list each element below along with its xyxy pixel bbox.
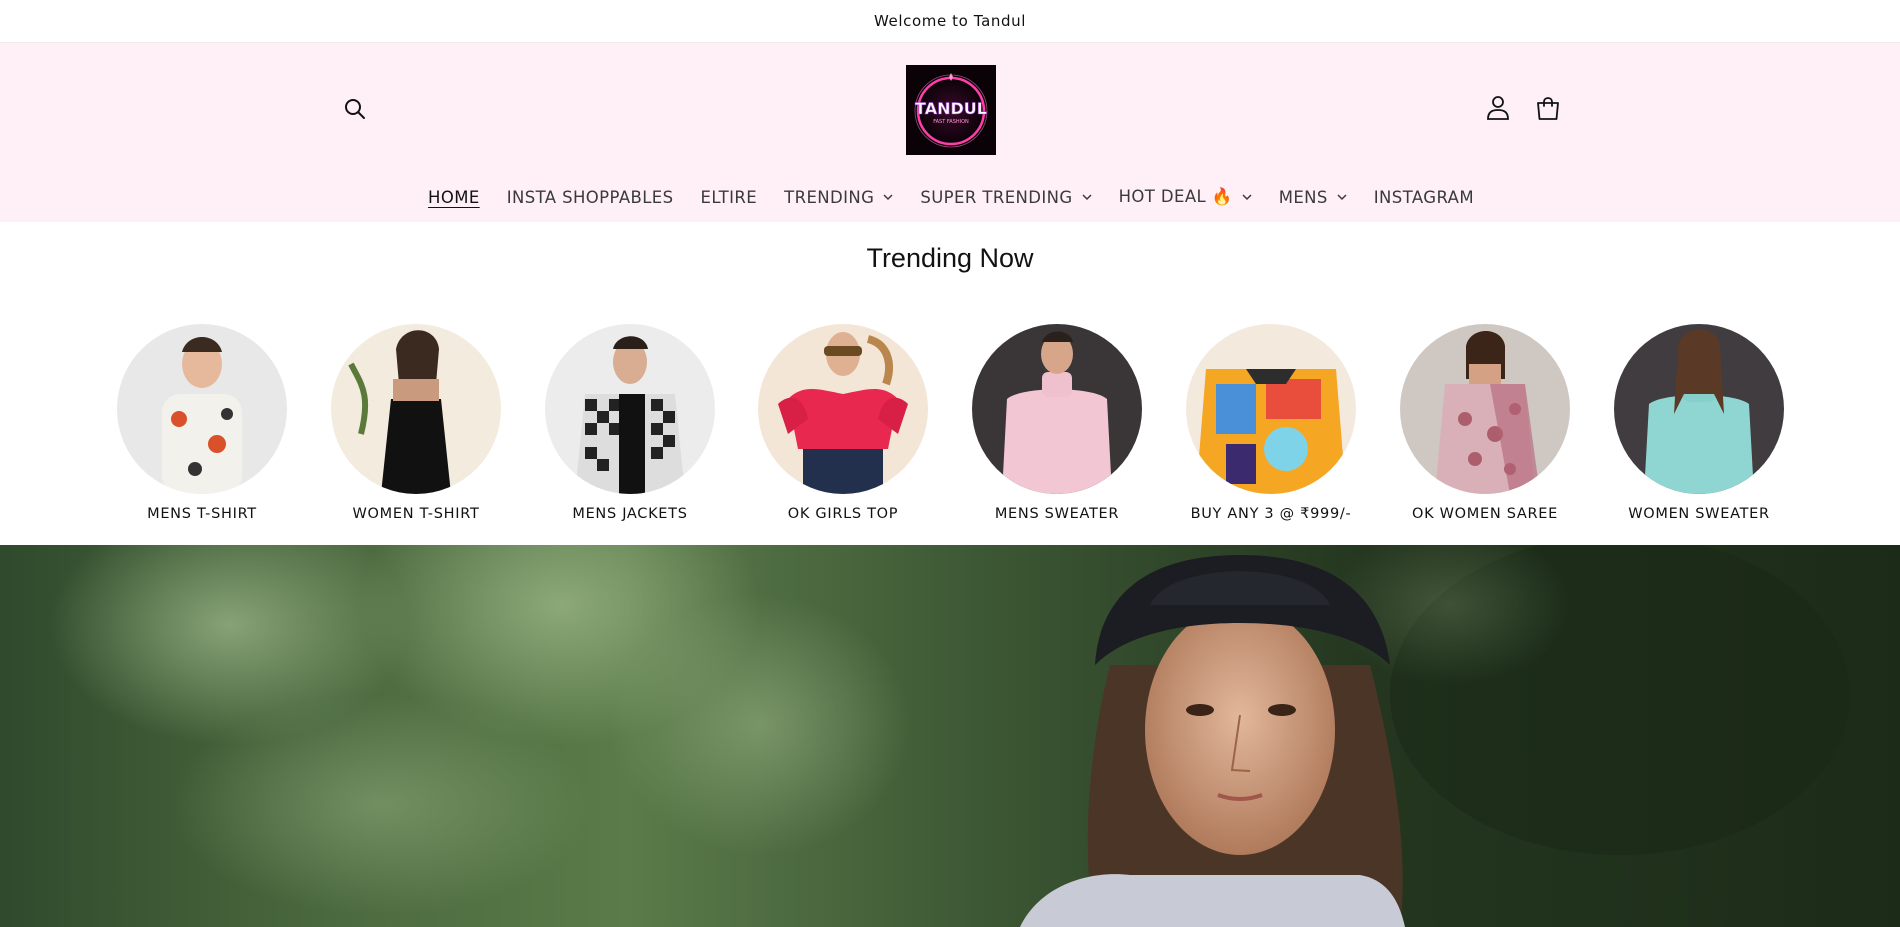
account-icon [1487,96,1509,120]
collection-card[interactable]: MENS SWEATER [950,324,1164,522]
collection-image [1400,324,1570,494]
nav-item-instagram[interactable]: INSTAGRAM [1360,188,1487,207]
nav-item-eltire[interactable]: ELTIRE [687,188,771,207]
search-icon [345,99,365,119]
collection-card[interactable]: WOMEN T-SHIRT [309,324,523,522]
collection-image [1186,324,1356,494]
svg-text:TANDUL: TANDUL [915,99,987,118]
nav-item-label: ELTIRE [700,187,758,207]
nav-item-label: INSTAGRAM [1373,187,1474,207]
hero-banner[interactable] [0,545,1900,927]
logo-emblem: TANDUL FAST FASHION [906,65,996,155]
collection-card[interactable]: BUY ANY 3 @ ₹999/- [1164,324,1378,522]
chevron-down-icon [1337,193,1347,201]
chevron-down-icon [883,193,893,201]
collection-list: MENS T-SHIRT WOMEN T-SHIRT MENS JACKETS OK … [0,324,1900,524]
collection-card[interactable]: OK WOMEN SAREE [1378,324,1592,522]
collection-label: OK GIRLS TOP [787,506,899,522]
account-button[interactable] [1483,93,1513,123]
search-button[interactable] [340,94,370,124]
cart-icon [1537,97,1559,120]
collection-image [758,324,928,494]
main-navigation: HOME INSTA SHOPPABLES ELTIRE TRENDING SUPER … [0,180,1900,214]
nav-item-label: HOT DEAL 🔥 [1118,187,1233,206]
nav-item-home[interactable]: HOME [415,188,494,207]
collection-image [117,324,287,494]
collection-card[interactable]: MENS T-SHIRT [95,324,309,522]
nav-item-label: HOME [428,187,480,207]
collection-image [331,324,501,494]
nav-item-super-trending[interactable]: SUPER TRENDING [907,188,1105,207]
collection-label: OK WOMEN SAREE [1412,506,1558,522]
nav-item-label: SUPER TRENDING [920,187,1073,207]
cart-button[interactable] [1532,93,1564,125]
nav-item-mens[interactable]: MENS [1265,188,1360,207]
svg-text:FAST FASHION: FAST FASHION [933,119,969,125]
collection-card[interactable]: MENS JACKETS [523,324,737,522]
collection-label: WOMEN SWEATER [1628,506,1770,522]
collection-label: MENS JACKETS [572,506,688,522]
collection-label: MENS SWEATER [994,506,1120,522]
collection-image [1614,324,1784,494]
site-logo[interactable]: TANDUL FAST FASHION [906,65,996,155]
section-title: Trending Now [866,243,1034,273]
collection-image [972,324,1142,494]
nav-item-label: INSTA SHOPPABLES [506,187,674,207]
nav-item-hot-deal[interactable]: HOT DEAL 🔥 [1105,187,1265,207]
chevron-down-icon [1082,193,1092,201]
announcement-text: Welcome to Tandul [874,12,1026,30]
collection-label: WOMEN T-SHIRT [352,506,480,522]
chevron-down-icon [1242,193,1252,201]
nav-item-label: TRENDING [784,187,875,207]
collection-image [545,324,715,494]
site-header: TANDUL FAST FASHION HOME INSTA SHOPPABLES… [0,43,1900,222]
announcement-bar: Welcome to Tandul [0,0,1900,43]
nav-item-label: MENS [1278,187,1328,207]
collection-card[interactable]: OK GIRLS TOP [736,324,950,522]
nav-item-trending[interactable]: TRENDING [771,188,907,207]
collection-label: MENS T-SHIRT [147,506,257,522]
hero-image [50,545,1850,927]
collection-card[interactable]: WOMEN SWEATER [1592,324,1806,522]
nav-item-insta-shoppables[interactable]: INSTA SHOPPABLES [493,188,687,207]
collection-label: BUY ANY 3 @ ₹999/- [1190,506,1352,522]
